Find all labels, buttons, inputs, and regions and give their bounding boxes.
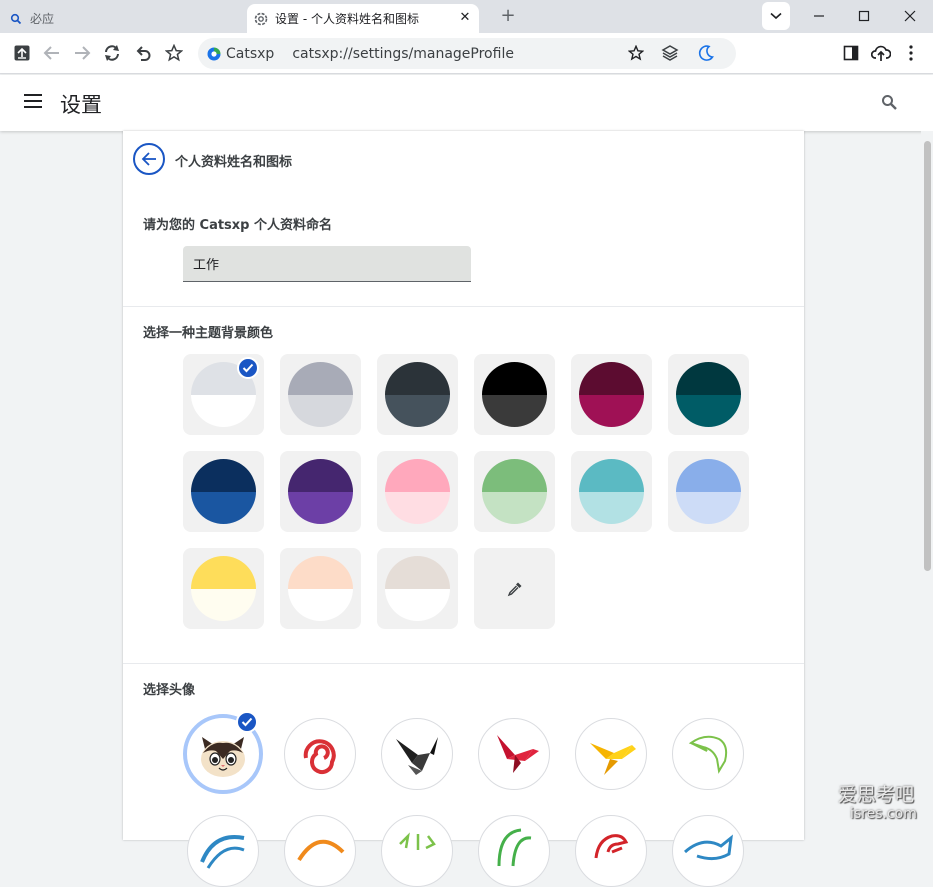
tab-strip: 必应 设置 - 个人资料姓名和图标 ✕ + <box>0 0 933 33</box>
chevron-down-icon <box>770 12 782 20</box>
profile-name-input[interactable] <box>183 246 471 282</box>
custom-color-button[interactable] <box>474 548 555 629</box>
avatar-origami-crane[interactable] <box>381 718 453 790</box>
browser-toolbar: Catsxp catsxp://settings/manageProfile <box>0 33 933 74</box>
back-button[interactable] <box>133 143 165 175</box>
back-arrow-icon <box>141 152 156 166</box>
minimize-button[interactable] <box>805 2 833 30</box>
theme-swatch[interactable] <box>280 354 361 435</box>
avatar-red-bird[interactable] <box>478 718 550 790</box>
moon-icon[interactable] <box>695 42 717 64</box>
star-icon[interactable] <box>163 42 185 64</box>
theme-color-circle <box>579 459 644 524</box>
theme-swatch[interactable] <box>474 354 555 435</box>
avatar-blue-arc[interactable] <box>187 815 259 887</box>
theme-swatch[interactable] <box>668 451 749 532</box>
minimize-icon <box>814 15 824 17</box>
theme-color-circle <box>191 556 256 621</box>
window-close-button[interactable] <box>896 2 924 30</box>
layers-icon[interactable] <box>659 42 681 64</box>
avatar-red-dragon[interactable] <box>575 815 647 887</box>
address-bar[interactable]: Catsxp catsxp://settings/manageProfile <box>198 38 736 69</box>
avatar-green-ball[interactable] <box>478 815 550 887</box>
section-title: 个人资料姓名和图标 <box>175 155 293 170</box>
theme-swatch[interactable] <box>377 548 458 629</box>
divider <box>123 663 804 664</box>
avatar-yellow-bird[interactable] <box>575 718 647 790</box>
theme-color-circle <box>288 362 353 427</box>
theme-color-circle <box>676 362 741 427</box>
tab-title: 必应 <box>30 12 55 26</box>
tab-bing[interactable]: 必应 <box>8 4 238 33</box>
avatar-orange-arc[interactable] <box>284 815 356 887</box>
avatar-label: 选择头像 <box>143 683 196 698</box>
maximize-button[interactable] <box>850 2 878 30</box>
theme-swatch[interactable] <box>668 354 749 435</box>
theme-swatch[interactable] <box>183 548 264 629</box>
theme-color-circle <box>385 556 450 621</box>
tab-title: 设置 - 个人资料姓名和图标 <box>275 12 419 26</box>
watermark-text: 爱思考吧 <box>838 784 915 806</box>
theme-swatch[interactable] <box>571 354 652 435</box>
theme-swatch[interactable] <box>571 451 652 532</box>
upload-icon[interactable] <box>11 42 33 64</box>
hamburger-menu-icon[interactable] <box>24 94 42 110</box>
theme-swatch[interactable] <box>280 451 361 532</box>
avatar-blue-fish[interactable] <box>672 815 744 887</box>
divider <box>123 306 804 307</box>
scrollbar[interactable] <box>921 131 933 840</box>
theme-color-circle <box>482 459 547 524</box>
forward-arrow-icon[interactable] <box>71 42 93 64</box>
theme-swatch[interactable] <box>280 548 361 629</box>
theme-swatch[interactable] <box>377 451 458 532</box>
bookmark-star-icon[interactable] <box>625 42 647 64</box>
theme-swatch[interactable] <box>377 354 458 435</box>
selected-check-icon <box>236 711 258 733</box>
more-menu-icon[interactable] <box>900 42 922 64</box>
theme-label: 选择一种主题背景颜色 <box>143 326 274 341</box>
theme-swatch[interactable] <box>183 451 264 532</box>
avatar-red-swirl[interactable] <box>284 718 356 790</box>
theme-color-circle <box>385 362 450 427</box>
maximize-icon <box>858 10 870 22</box>
brand-name: Catsxp <box>226 45 275 62</box>
back-arrow-icon[interactable] <box>41 42 63 64</box>
settings-card: 个人资料姓名和图标 请为您的 Catsxp 个人资料命名 选择一种主题背景颜色 … <box>123 131 804 887</box>
eyedropper-icon <box>507 582 521 596</box>
page-title: 设置 <box>60 93 102 117</box>
scrollbar-thumb[interactable] <box>924 141 931 571</box>
theme-color-circle <box>288 459 353 524</box>
new-tab-button[interactable]: + <box>497 6 519 28</box>
search-icon[interactable] <box>881 94 899 112</box>
tab-settings[interactable]: 设置 - 个人资料姓名和图标 ✕ <box>247 4 479 33</box>
catsxp-logo-icon <box>207 47 221 60</box>
theme-color-circle <box>385 459 450 524</box>
settings-header: 设置 <box>0 75 933 131</box>
close-icon <box>904 10 916 22</box>
search-icon <box>8 11 24 27</box>
theme-color-circle <box>579 362 644 427</box>
reload-icon[interactable] <box>101 42 123 64</box>
watermark-url: isres.com <box>850 806 917 822</box>
cloud-upload-icon[interactable] <box>870 42 892 64</box>
selected-check-icon <box>237 357 259 379</box>
brand-chip[interactable]: Catsxp <box>206 46 274 62</box>
url-text[interactable]: catsxp://settings/manageProfile <box>292 46 514 62</box>
theme-swatch[interactable] <box>474 451 555 532</box>
avatar-green-toucan[interactable] <box>672 718 744 790</box>
undo-icon[interactable] <box>132 42 154 64</box>
theme-color-circle <box>482 362 547 427</box>
name-label: 请为您的 Catsxp 个人资料命名 <box>143 218 333 233</box>
side-panel-icon[interactable] <box>840 42 862 64</box>
theme-color-circle <box>191 459 256 524</box>
avatar-green-flowers[interactable] <box>381 815 453 887</box>
close-icon[interactable]: ✕ <box>457 10 473 26</box>
theme-color-circle <box>676 459 741 524</box>
theme-color-circle <box>288 556 353 621</box>
tab-search-button[interactable] <box>762 2 790 30</box>
watermark: 爱思考吧 isres.com <box>838 784 917 822</box>
gear-icon <box>253 11 269 27</box>
